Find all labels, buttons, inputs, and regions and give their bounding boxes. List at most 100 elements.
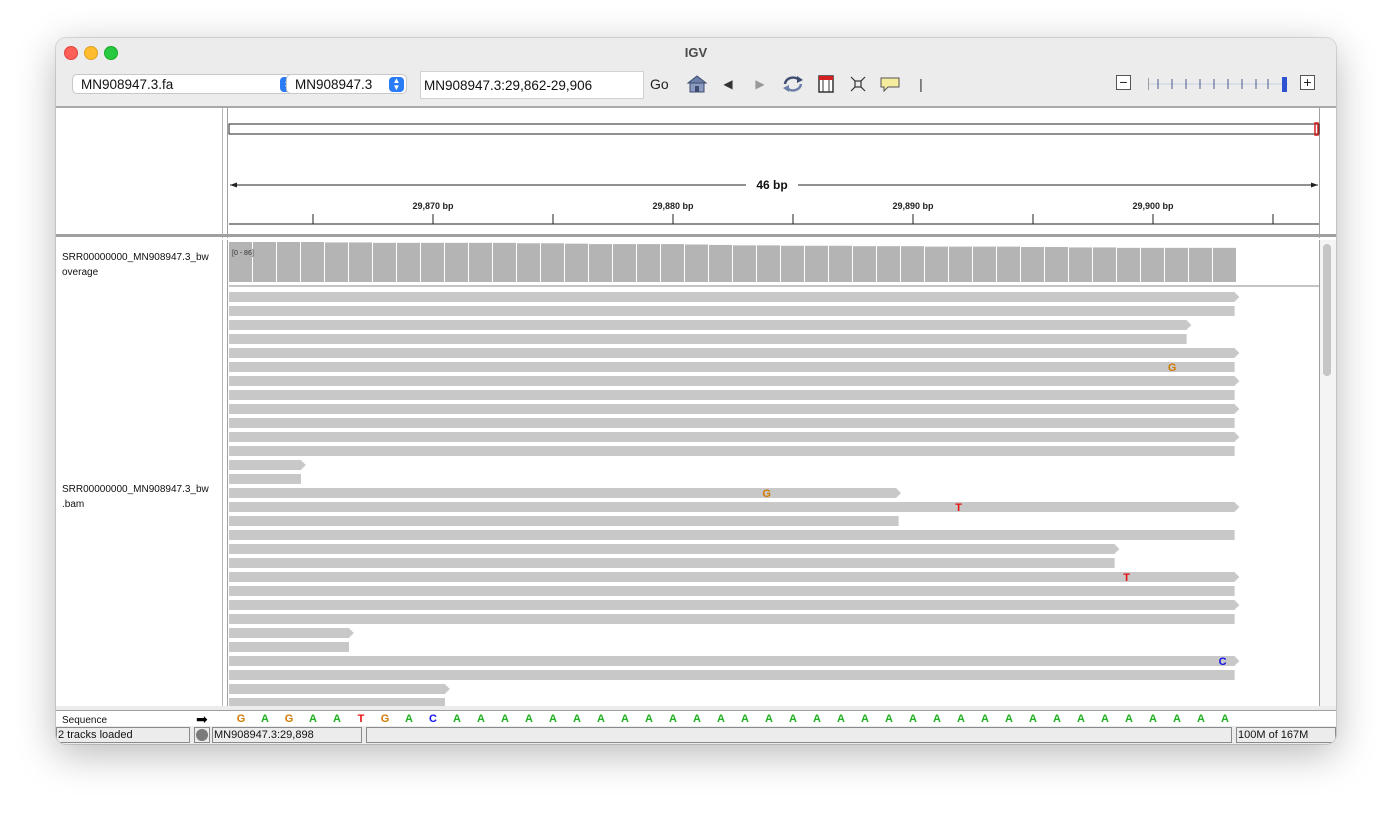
aligned-read[interactable] <box>229 306 1235 316</box>
ruler-icon[interactable] <box>817 74 835 94</box>
coverage-bar[interactable] <box>397 242 420 282</box>
home-icon[interactable] <box>686 74 708 94</box>
back-icon[interactable]: ◀ <box>720 74 736 94</box>
aligned-read[interactable] <box>229 376 1240 386</box>
coverage-track-label[interactable]: SRR00000000_MN908947.3_bw overage <box>62 250 218 280</box>
coverage-bar[interactable] <box>949 246 972 282</box>
mismatch-base: T <box>1123 572 1130 584</box>
aligned-read[interactable] <box>229 432 1240 442</box>
alignment-track-label[interactable]: SRR00000000_MN908947.3_bw .bam <box>62 482 218 512</box>
coverage-bar[interactable] <box>925 246 948 282</box>
coverage-bar[interactable] <box>229 242 252 282</box>
aligned-read[interactable] <box>229 572 1240 582</box>
aligned-read[interactable] <box>229 544 1120 554</box>
coverage-bar[interactable] <box>1069 247 1092 282</box>
sequence-base: A <box>1029 713 1037 725</box>
aligned-read[interactable] <box>229 404 1240 414</box>
popup-text-icon[interactable] <box>879 74 901 94</box>
coverage-bar[interactable] <box>589 244 612 282</box>
aligned-read[interactable] <box>229 418 1235 428</box>
coverage-bar[interactable] <box>349 242 372 282</box>
sequence-base: A <box>717 713 725 725</box>
coverage-track-name-cont: overage <box>62 267 99 278</box>
coverage-bar[interactable] <box>733 245 756 282</box>
coverage-bar[interactable] <box>973 246 996 282</box>
aligned-read[interactable] <box>229 628 354 638</box>
alignment-panel[interactable]: [0 - 86] G G T T C <box>56 240 1336 706</box>
aligned-read[interactable] <box>229 474 301 484</box>
coverage-bar[interactable] <box>1093 247 1116 282</box>
aligned-read[interactable] <box>229 642 349 652</box>
aligned-read[interactable] <box>229 292 1240 302</box>
aligned-read[interactable] <box>229 320 1192 330</box>
coverage-bar[interactable] <box>997 246 1020 282</box>
coverage-bar[interactable] <box>469 242 492 282</box>
coverage-bar[interactable] <box>541 243 564 282</box>
coverage-bar[interactable] <box>517 243 540 282</box>
aligned-read[interactable] <box>229 656 1240 666</box>
aligned-read[interactable] <box>229 558 1115 568</box>
coverage-bar[interactable] <box>1021 247 1044 282</box>
coverage-bar[interactable] <box>1213 247 1236 282</box>
aligned-read[interactable] <box>229 502 1240 512</box>
coverage-bar[interactable] <box>373 242 396 282</box>
zoom-in-button[interactable]: + <box>1300 75 1315 90</box>
coverage-bar[interactable] <box>301 242 324 282</box>
aligned-read[interactable] <box>229 446 1235 456</box>
coverage-bar[interactable] <box>757 245 780 282</box>
coverage-bar[interactable] <box>421 242 444 282</box>
vertical-scrollbar[interactable] <box>1323 244 1331 376</box>
aligned-read[interactable] <box>229 614 1235 624</box>
zoom-out-button[interactable]: − <box>1116 75 1131 90</box>
coverage-bar[interactable] <box>1117 247 1140 282</box>
go-button[interactable]: Go <box>650 76 669 92</box>
coverage-bar[interactable] <box>1045 247 1068 282</box>
sequence-base: A <box>789 713 797 725</box>
locus-input[interactable]: MN908947.3:29,862-29,906 <box>420 71 644 99</box>
fit-window-icon[interactable] <box>849 74 867 94</box>
message-status <box>366 727 1232 743</box>
coverage-bar[interactable] <box>1165 247 1188 282</box>
aligned-read[interactable] <box>229 348 1240 358</box>
zoom-slider[interactable] <box>1148 76 1288 92</box>
aligned-read[interactable] <box>229 516 899 526</box>
chromosome-ideogram[interactable] <box>228 123 1320 135</box>
coverage-bar[interactable] <box>661 244 684 282</box>
aligned-read[interactable] <box>229 460 306 470</box>
coverage-bar[interactable] <box>1189 247 1212 282</box>
coverage-bar[interactable] <box>709 244 732 282</box>
sequence-base: A <box>405 713 413 725</box>
sequence-base: A <box>453 713 461 725</box>
genome-dropdown[interactable]: MN908947.3.fa ▲▼ <box>72 74 298 94</box>
coverage-bar[interactable] <box>901 246 924 282</box>
chromosome-dropdown[interactable]: MN908947.3 ▲ ▼ <box>286 74 407 94</box>
coverage-bar[interactable] <box>613 244 636 282</box>
coverage-bar[interactable] <box>781 245 804 282</box>
coverage-bar[interactable] <box>1141 247 1164 282</box>
aligned-read[interactable] <box>229 530 1235 540</box>
aligned-read[interactable] <box>229 362 1235 372</box>
coverage-bar[interactable] <box>877 246 900 282</box>
aligned-read[interactable] <box>229 684 450 694</box>
aligned-read[interactable] <box>229 488 901 498</box>
aligned-read[interactable] <box>229 334 1187 344</box>
aligned-read[interactable] <box>229 670 1235 680</box>
refresh-icon[interactable] <box>781 74 805 94</box>
coverage-bar[interactable] <box>637 244 660 282</box>
coverage-bar[interactable] <box>853 246 876 282</box>
coverage-bar[interactable] <box>829 245 852 282</box>
coverage-bar[interactable] <box>325 242 348 282</box>
coverage-bar[interactable] <box>805 245 828 282</box>
coverage-bar[interactable] <box>493 242 516 282</box>
coverage-bar[interactable] <box>445 242 468 282</box>
coverage-bar[interactable] <box>685 244 708 282</box>
aligned-read[interactable] <box>229 698 445 706</box>
aligned-read[interactable] <box>229 600 1240 610</box>
forward-icon[interactable]: ▶ <box>752 74 768 94</box>
aligned-read[interactable] <box>229 390 1235 400</box>
coverage-bar[interactable] <box>277 242 300 282</box>
aligned-read[interactable] <box>229 586 1235 596</box>
ruler-panel[interactable]: 46 bp 29,870 bp 29,880 bp 29,890 bp 29,900 … <box>56 108 1336 238</box>
coverage-bar[interactable] <box>253 242 276 282</box>
coverage-bar[interactable] <box>565 243 588 282</box>
